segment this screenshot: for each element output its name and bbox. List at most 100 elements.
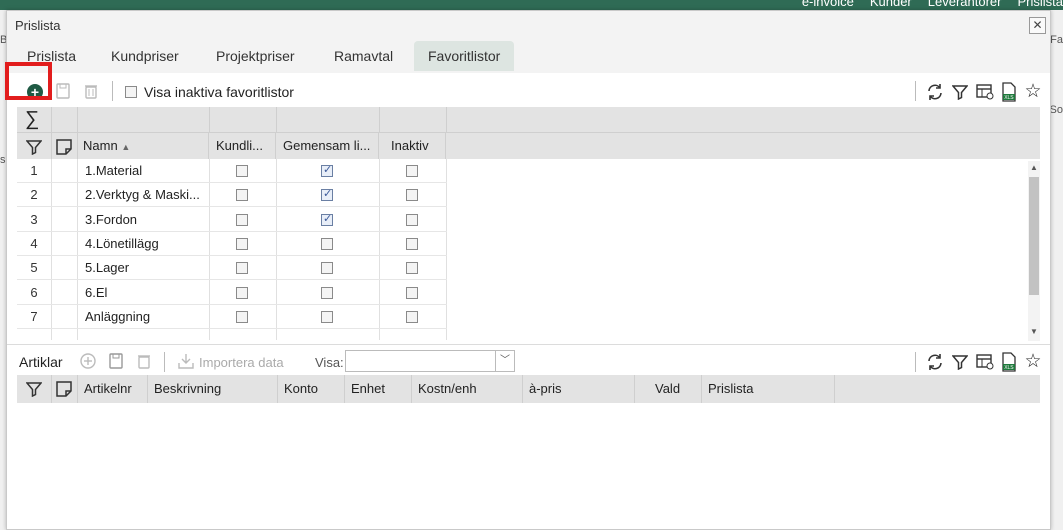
customer-list-checkbox[interactable] (236, 237, 248, 250)
table-row[interactable]: 2 2.Verktyg & Maski... (17, 183, 1028, 208)
shared-list-checkbox[interactable] (321, 286, 333, 299)
shared-list-checkbox[interactable] (321, 187, 333, 202)
row-number: 3 (30, 211, 38, 227)
note-icon[interactable] (55, 380, 73, 398)
inactive-checkbox[interactable] (406, 213, 418, 226)
column-header-shared-list[interactable]: Gemensam li... (277, 133, 379, 159)
row-number: 4 (30, 235, 38, 251)
column-header-unit[interactable]: Enhet (345, 375, 412, 403)
table-row[interactable]: 6 6.El (17, 281, 1028, 305)
column-header-cost-per-unit[interactable]: Kostn/enh (412, 375, 523, 403)
favorite-list-name[interactable]: 1.Material (85, 159, 209, 183)
toolbar-divider (915, 352, 916, 372)
scroll-up-icon[interactable]: ▲ (1030, 163, 1038, 172)
inactive-checkbox[interactable] (406, 286, 418, 299)
column-header-price-list[interactable]: Prislista (702, 375, 835, 403)
table-row[interactable]: 3 3.Fordon (17, 208, 1028, 232)
excel-export-icon[interactable]: XLS (1000, 81, 1018, 103)
import-data-label[interactable]: Importera data (199, 355, 284, 370)
scroll-down-icon[interactable]: ▼ (1030, 327, 1038, 336)
refresh-icon[interactable] (925, 82, 945, 102)
menu-kunder[interactable]: Kunder (870, 0, 912, 9)
shared-list-checkbox[interactable] (321, 262, 333, 275)
table-row[interactable]: 5 5.Lager (17, 256, 1028, 281)
filter-icon[interactable] (951, 82, 969, 102)
column-filter-icon[interactable] (25, 380, 43, 398)
customer-list-checkbox[interactable] (236, 213, 248, 226)
customer-list-checkbox[interactable] (236, 262, 248, 275)
note-icon[interactable] (55, 138, 73, 156)
shared-list-checkbox[interactable] (321, 310, 333, 323)
refresh-icon[interactable] (925, 352, 945, 372)
column-header-selected[interactable]: Vald (635, 375, 702, 403)
close-button[interactable]: ✕ (1029, 17, 1046, 34)
menu-leverantorer[interactable]: Leverantörer (928, 0, 1002, 9)
favorites-grid: ∑ Namn ▲ Kundli... Gemensam li... Inakti… (17, 107, 1040, 340)
show-select[interactable]: ﹀ (345, 350, 515, 372)
bg-fragment: So (1049, 104, 1063, 116)
shared-list-checkbox[interactable] (321, 237, 333, 250)
inactive-checkbox[interactable] (406, 165, 418, 177)
column-header-account[interactable]: Konto (278, 375, 345, 403)
menu-prislista[interactable]: Prislista (1017, 0, 1063, 9)
customer-list-checkbox[interactable] (236, 165, 248, 177)
row-number: 7 (30, 308, 38, 324)
bg-fragment: Fa (1050, 34, 1063, 46)
favorite-list-name[interactable]: 5.Lager (85, 256, 209, 280)
save-icon[interactable] (55, 81, 71, 101)
chevron-down-icon[interactable]: ﹀ (495, 351, 514, 371)
column-header-customer-list[interactable]: Kundli... (210, 133, 276, 159)
column-header-inactive[interactable]: Inaktiv (380, 133, 446, 159)
grid-divider (446, 107, 447, 133)
articles-title: Artiklar (19, 354, 63, 370)
table-row[interactable]: 1 1.Material (17, 159, 1028, 183)
customer-list-checkbox[interactable] (236, 189, 248, 202)
table-row[interactable]: 7 Anläggning (17, 305, 1028, 329)
filter-icon[interactable] (951, 352, 969, 372)
favorite-list-name[interactable]: Anläggning (85, 305, 209, 329)
inactive-checkbox[interactable] (406, 189, 418, 202)
column-header-article-no[interactable]: Artikelnr (78, 375, 148, 403)
background-right-fragments: Fa So (1049, 30, 1063, 190)
inactive-checkbox[interactable] (406, 262, 418, 275)
tab-ramavtal[interactable]: Ramavtal (320, 41, 407, 71)
favorite-list-name[interactable]: 2.Verktyg & Maski... (85, 183, 209, 207)
column-header-unit-price[interactable]: à-pris (523, 375, 635, 403)
row-number: 6 (30, 284, 38, 300)
favorite-list-name[interactable]: 4.Lönetillägg (85, 232, 209, 256)
shared-list-checkbox[interactable] (321, 163, 333, 177)
inactive-checkbox[interactable] (406, 237, 418, 250)
svg-text:XLS: XLS (1004, 95, 1014, 101)
favorite-star-icon[interactable]: ☆ (1023, 81, 1043, 102)
tab-favoritlistor[interactable]: Favoritlistor (414, 41, 515, 71)
delete-article-icon[interactable] (135, 352, 153, 370)
sum-icon[interactable]: ∑ (25, 108, 39, 131)
table-row[interactable]: 4 4.Lönetillägg (17, 232, 1028, 256)
favorites-grid-header: ∑ Namn ▲ Kundli... Gemensam li... Inakti… (17, 107, 1040, 159)
grid-divider (209, 107, 210, 133)
favorite-list-name[interactable]: 3.Fordon (85, 208, 209, 232)
inactive-checkbox[interactable] (406, 310, 418, 323)
customer-list-checkbox[interactable] (236, 310, 248, 323)
tab-projektpriser[interactable]: Projektpriser (202, 41, 309, 71)
column-filter-icon[interactable] (25, 138, 43, 156)
show-inactive-checkbox[interactable] (125, 86, 137, 98)
tab-kundpriser[interactable]: Kundpriser (97, 41, 193, 71)
trash-icon[interactable] (83, 81, 99, 101)
favorites-scrollbar[interactable]: ▲ ▼ (1028, 161, 1040, 341)
menu-einvoice[interactable]: e-invoice (802, 0, 854, 9)
excel-export-icon[interactable]: XLS (1000, 351, 1018, 373)
scrollbar-thumb[interactable] (1029, 177, 1039, 295)
customer-list-checkbox[interactable] (236, 286, 248, 299)
favorite-list-name[interactable]: 6.El (85, 281, 209, 305)
shared-list-checkbox[interactable] (321, 212, 333, 226)
add-article-icon[interactable] (79, 352, 97, 370)
import-icon[interactable] (177, 352, 195, 370)
save-article-icon[interactable] (107, 352, 125, 370)
column-settings-icon[interactable] (975, 352, 995, 372)
column-header-name[interactable]: Namn ▲ (77, 133, 209, 159)
column-settings-icon[interactable] (975, 82, 995, 102)
favorite-star-icon[interactable]: ☆ (1023, 351, 1043, 372)
column-header-description[interactable]: Beskrivning (148, 375, 278, 403)
row-divider (17, 327, 447, 329)
